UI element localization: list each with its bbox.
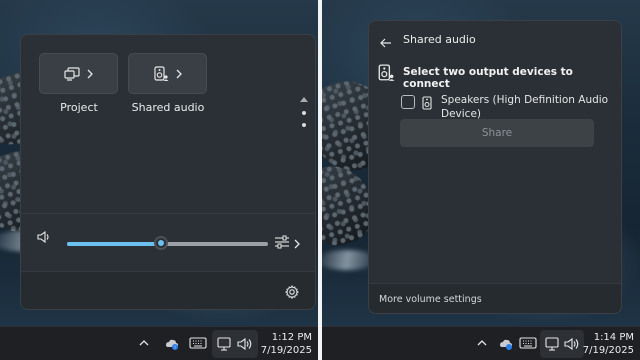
quick-settings-flyout: Project Shared audio [20,34,316,310]
show-hidden-icons-chevron-up-icon[interactable] [136,335,152,351]
volume-row [21,213,315,253]
page-dot[interactable] [302,111,306,115]
back-arrow-icon[interactable] [380,33,392,52]
clock-date: 7/19/2025 [582,345,634,356]
onedrive-icon[interactable]: ! [162,334,180,352]
clock-time: 1:14 PM [593,332,634,343]
shared-audio-title: Shared audio [403,33,476,46]
onedrive-icon[interactable] [496,334,514,352]
shared-audio-flyout: Shared audio Select two output devices t… [368,20,622,314]
keyboard-icon[interactable] [518,334,538,352]
audio-output-button[interactable] [274,234,300,253]
page-indicator[interactable] [299,97,309,133]
svg-text:!: ! [174,345,176,350]
project-tile-label: Project [60,101,98,114]
shared-audio-icon [153,65,169,82]
taskbar-right: 1:14 PM 7/19/2025 [322,326,640,360]
project-icon [64,66,80,81]
show-hidden-icons-chevron-up-icon[interactable] [474,335,490,351]
select-devices-heading: Select two output devices to connect [403,66,573,90]
device-name: Speakers (High Definition Audio Device) [441,94,609,120]
device-checkbox[interactable] [401,95,415,109]
taskbar-clock[interactable]: 1:12 PM 7/19/2025 [252,331,312,357]
shared-audio-icon [377,64,395,86]
network-icon [216,336,232,352]
volume-slider-fill [67,242,162,246]
audio-mixer-icon [274,234,290,253]
speaker-icon[interactable] [37,228,51,247]
chevron-right-icon [87,69,93,79]
network-icon [544,336,560,352]
page-up-arrow-icon[interactable] [300,97,308,102]
shared-audio-footer: More volume settings [369,283,621,313]
project-tile[interactable] [39,53,118,94]
volume-slider-thumb[interactable] [154,236,169,250]
clock-date: 7/19/2025 [260,345,312,356]
taskbar-clock[interactable]: 1:14 PM 7/19/2025 [574,331,634,357]
speaker-device-icon [422,95,432,114]
shared-audio-tile[interactable] [128,53,207,94]
more-volume-settings-link[interactable]: More volume settings [379,294,482,305]
volume-slider[interactable] [67,236,268,250]
keyboard-icon[interactable] [188,334,208,352]
share-button[interactable]: Share [400,119,594,147]
taskbar-left: ! 1:12 PM 7/19/2025 [0,326,318,360]
quick-settings-footer [21,271,315,309]
device-list-item[interactable]: Speakers (High Definition Audio Device) [401,93,615,121]
chevron-right-icon [176,69,182,79]
gear-icon[interactable] [284,284,300,303]
clock-time: 1:12 PM [271,332,312,343]
volume-icon [236,336,252,352]
chevron-right-icon [294,234,300,253]
page-dot[interactable] [302,123,306,127]
shared-audio-tile-label: Shared audio [131,101,205,114]
